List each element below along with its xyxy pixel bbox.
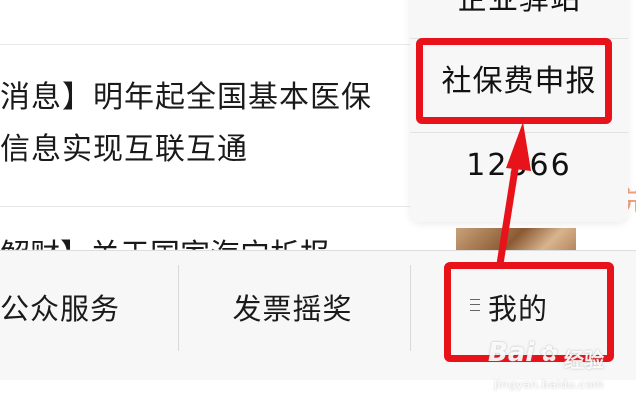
menu-item-12366[interactable]: 12366 — [410, 148, 628, 183]
news-item-title[interactable]: 消息】明年起全国基本医保 信息实现互联互通 — [0, 72, 420, 176]
divider — [0, 206, 440, 207]
baidu-watermark: Bai ✿ 经验 jingyan.baidu.com — [488, 338, 628, 402]
divider — [410, 132, 628, 133]
tab-label: 公众服务 — [0, 292, 121, 326]
divider — [410, 265, 411, 351]
tab-public-service[interactable]: 公众服务 — [0, 251, 170, 363]
watermark-url: jingyan.baidu.com — [494, 378, 605, 391]
tab-invoice-lottery[interactable]: 发票摇奖 — [180, 251, 405, 363]
highlight-box-social-security — [416, 38, 612, 124]
paw-icon: ✿ — [540, 342, 559, 367]
watermark-brand: Bai — [488, 338, 535, 368]
news-title-line1: 消息】明年起全国基本医保 — [0, 80, 372, 115]
watermark-brand-cn: 经验 — [564, 348, 604, 372]
divider — [178, 265, 179, 351]
news-title-line2: 信息实现互联互通 — [0, 132, 248, 167]
divider — [0, 44, 440, 45]
tab-label: 发票摇奖 — [232, 292, 353, 326]
menu-item-enterprise[interactable]: 企业驿站 — [410, 0, 628, 18]
